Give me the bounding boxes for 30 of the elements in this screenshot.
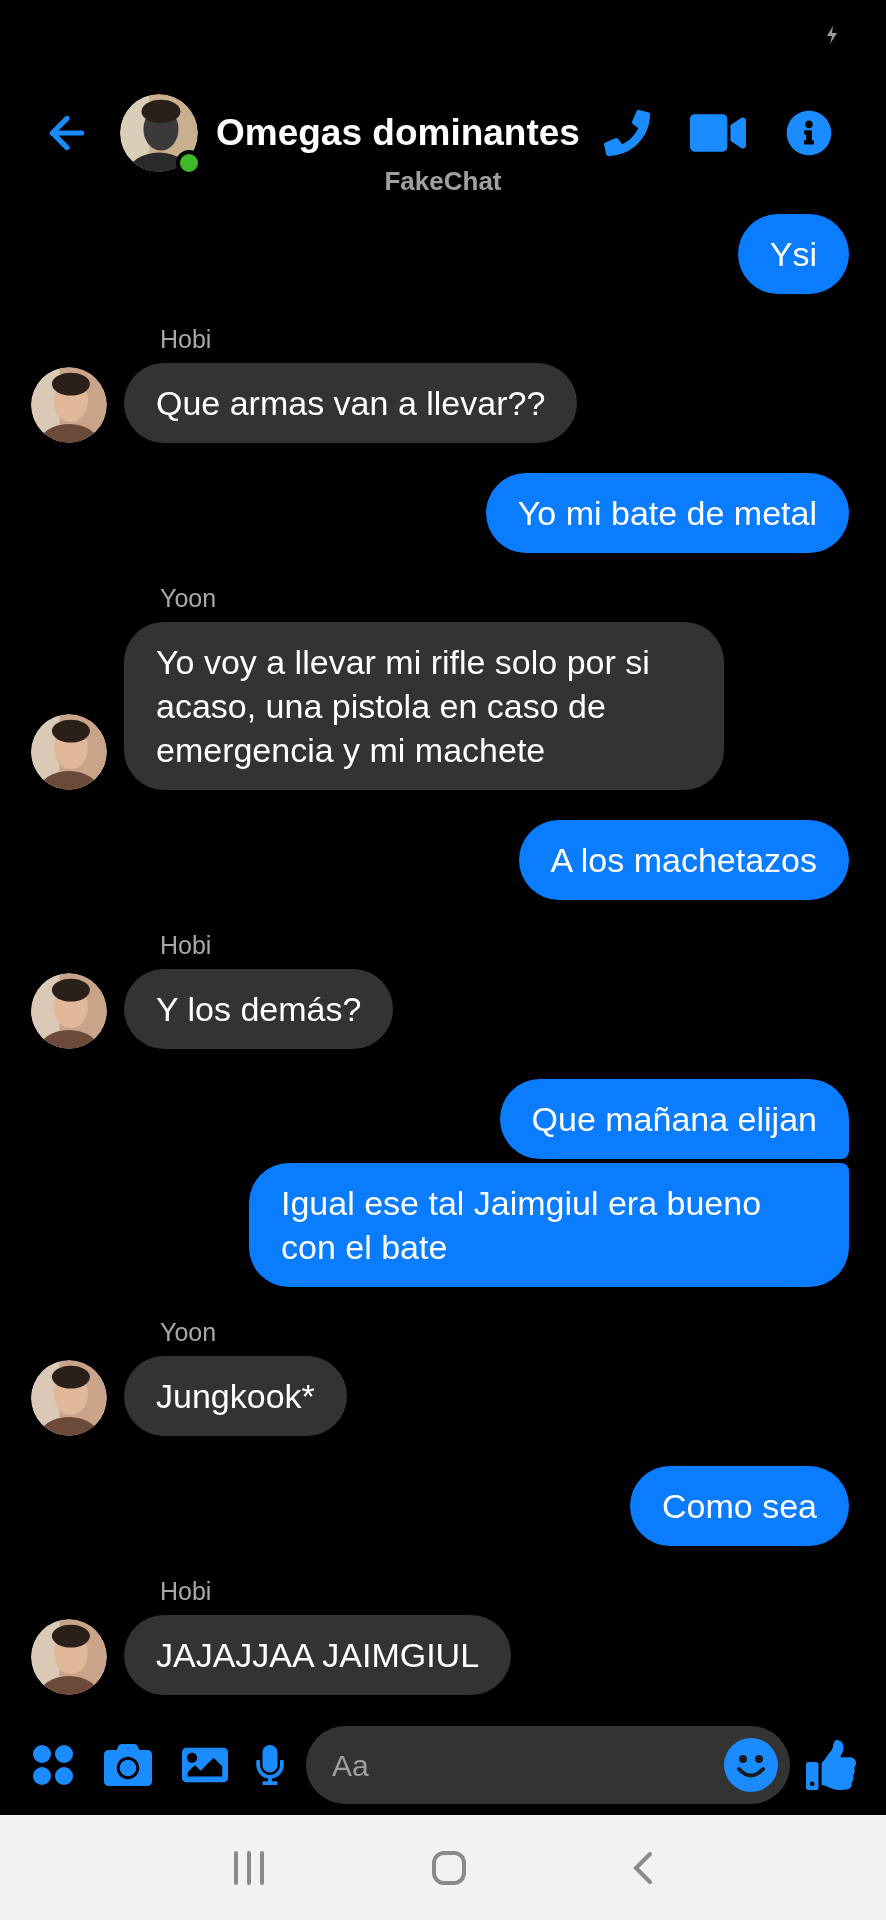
sent-message: Como sea <box>630 1466 849 1546</box>
sender-name: Yoon <box>160 584 217 612</box>
received-message: JAJAJJAA JAIMGIUL <box>124 1615 512 1695</box>
received-message: Yo voy a llevar mi rifle solo por si acaso, una pistola en caso de emergencia y mi machete <box>124 622 724 790</box>
like-button[interactable] <box>806 1740 856 1790</box>
recent-apps-button[interactable] <box>232 1850 267 1885</box>
call-button[interactable] <box>603 110 650 156</box>
message-field[interactable]: Aa <box>306 1726 790 1804</box>
camera-button[interactable] <box>104 1741 152 1789</box>
sender-name: Hobi <box>160 931 212 959</box>
sent-message: Ysi <box>737 214 849 294</box>
sent-message: Igual ese tal Jaimgiul era bueno con el bate <box>249 1163 849 1287</box>
received-message: Que armas van a llevar?? <box>124 363 578 443</box>
emoji-button[interactable] <box>724 1738 778 1792</box>
sender-name: Yoon <box>160 1318 217 1346</box>
back-nav-button[interactable] <box>631 1850 654 1885</box>
received-message: Jungkook* <box>124 1356 347 1436</box>
sender-name: Hobi <box>160 325 212 353</box>
chat-title: Omegas dominantes <box>216 111 580 156</box>
sent-message: Que mañana elijan <box>499 1079 849 1159</box>
received-message: Y los demás? <box>124 969 394 1049</box>
sender-name: Hobi <box>160 1577 212 1605</box>
sent-message: Yo mi bate de metal <box>485 473 849 553</box>
home-button[interactable] <box>431 1849 467 1886</box>
message-input[interactable]: Aa <box>332 1742 724 1788</box>
apps-button[interactable] <box>32 1744 74 1786</box>
chat-subtitle: FakeChat <box>384 166 502 196</box>
flash-icon <box>826 26 838 44</box>
sent-message: A los machetazos <box>518 820 849 900</box>
info-button[interactable] <box>785 110 832 156</box>
